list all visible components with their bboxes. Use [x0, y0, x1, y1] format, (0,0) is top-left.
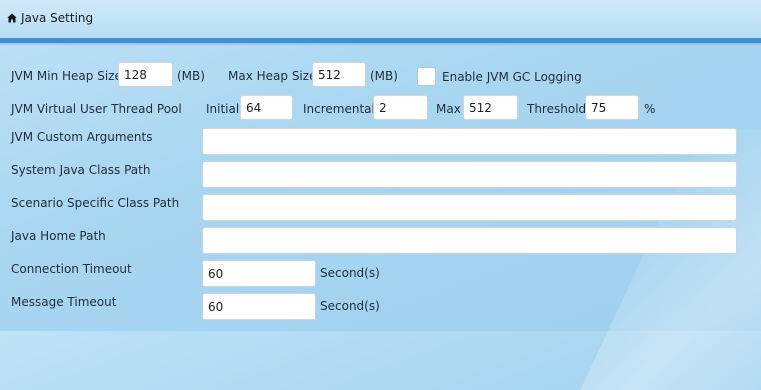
initial-input[interactable] — [240, 95, 293, 120]
panel-title: Java Setting — [7, 11, 93, 25]
jvm-min-heap-label: JVM Min Heap Size — [11, 69, 122, 83]
custom-args-label: JVM Custom Arguments — [11, 130, 153, 144]
incremental-input[interactable] — [373, 95, 428, 120]
gc-logging-label: Enable JVM GC Logging — [442, 70, 582, 84]
system-class-path-label: System Java Class Path — [11, 163, 151, 177]
initial-label: Initial — [206, 102, 240, 116]
jvm-min-heap-input[interactable] — [118, 62, 173, 87]
connection-timeout-unit: Second(s) — [320, 266, 380, 280]
home-icon — [7, 12, 17, 23]
min-heap-unit: (MB) — [177, 69, 205, 83]
scenario-class-path-label: Scenario Specific Class Path — [11, 196, 180, 210]
custom-args-input[interactable] — [202, 128, 737, 155]
header-shadow — [0, 43, 761, 46]
system-class-path-input[interactable] — [202, 161, 737, 188]
panel-header: Java Setting — [0, 0, 761, 38]
thread-max-label: Max — [436, 102, 461, 116]
message-timeout-label: Message Timeout — [11, 295, 117, 309]
threshold-label: Threshold — [527, 102, 587, 116]
java-home-label: Java Home Path — [11, 229, 106, 243]
threshold-unit: % — [644, 102, 656, 116]
gc-logging-checkbox[interactable] — [417, 67, 436, 86]
panel-title-text: Java Setting — [21, 11, 94, 25]
scenario-class-path-input[interactable] — [202, 194, 737, 221]
max-heap-input[interactable] — [312, 62, 366, 87]
thread-max-input[interactable] — [463, 95, 518, 120]
message-timeout-unit: Second(s) — [320, 299, 380, 313]
java-home-input[interactable] — [202, 227, 737, 254]
threshold-input[interactable] — [585, 95, 639, 120]
max-heap-label: Max Heap Size — [228, 69, 317, 83]
incremental-label: Incremental — [303, 102, 375, 116]
connection-timeout-label: Connection Timeout — [11, 262, 132, 276]
thread-pool-label: JVM Virtual User Thread Pool — [11, 102, 182, 116]
message-timeout-input[interactable] — [202, 293, 316, 320]
max-heap-unit: (MB) — [370, 69, 398, 83]
connection-timeout-input[interactable] — [202, 260, 316, 287]
